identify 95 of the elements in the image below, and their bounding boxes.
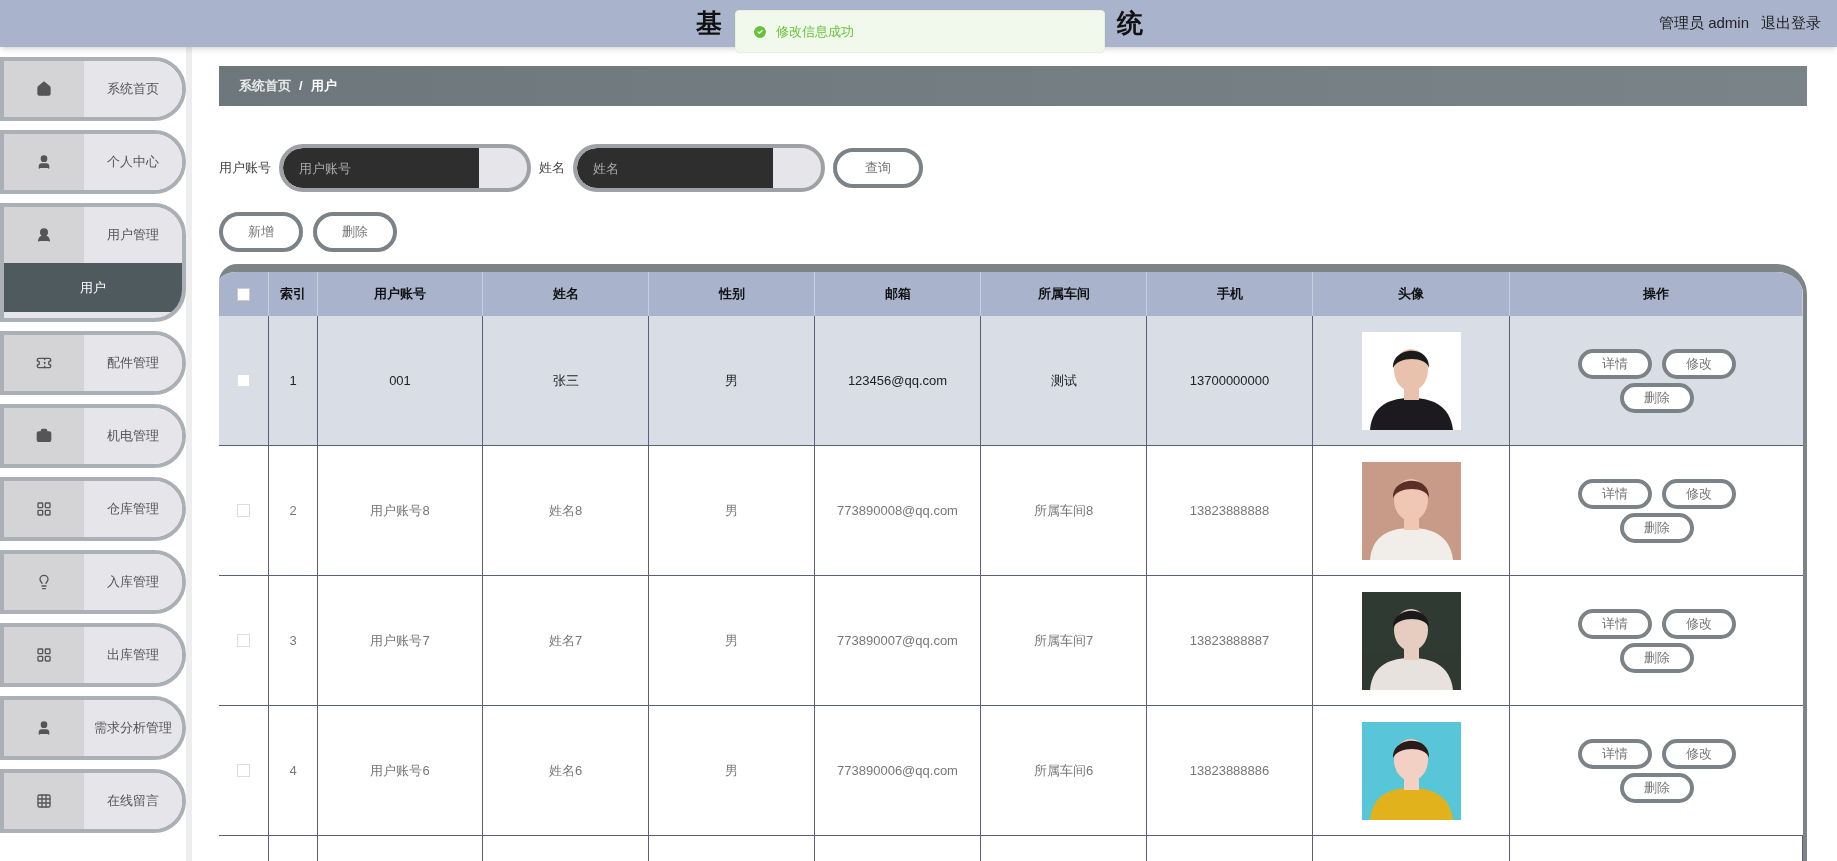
row-button[interactable]: 删除 <box>1619 772 1694 803</box>
table-cell: 773890006@qq.com <box>815 706 981 835</box>
sidebar-label: 配件管理 <box>84 335 182 391</box>
row-button[interactable]: 修改 <box>1661 348 1736 379</box>
table-cell: 男 <box>649 316 815 445</box>
table-cell: 测试 <box>981 316 1147 445</box>
row-button[interactable]: 修改 <box>1661 738 1736 769</box>
sidebar-label: 系统首页 <box>84 61 182 117</box>
admin-label: 管理员 admin <box>1658 13 1749 34</box>
table-cell: 用户账号7 <box>318 576 483 705</box>
grid-icon <box>36 501 52 517</box>
success-icon <box>752 23 768 40</box>
sidebar-item[interactable]: 需求分析管理 <box>0 696 186 760</box>
table-cell: 男 <box>649 446 815 575</box>
sidebar-item[interactable]: 入库管理 <box>0 550 186 614</box>
table-cell: 4 <box>269 706 318 835</box>
sidebar-label: 机电管理 <box>84 408 182 464</box>
search-field[interactable]: 姓名 <box>573 144 825 192</box>
sidebar-item[interactable]: 在线留言 <box>0 769 186 833</box>
table-cell: 用户账号6 <box>318 706 483 835</box>
sidebar-item[interactable]: 配件管理 <box>0 331 186 395</box>
table-row[interactable]: 1 001 张三 男 123456@qq.com 测试 13700000000 详情 修改 删除 <box>219 316 1803 446</box>
table-cell: 男 <box>649 576 815 705</box>
table-row[interactable]: 4 用户账号6 姓名6 男 773890006@qq.com 所属车间6 13823888886 详情 修改 删除 <box>219 706 1803 836</box>
table-cell: 姓名6 <box>483 706 649 835</box>
table-cell: 所属车间8 <box>981 446 1147 575</box>
user-icon <box>36 154 52 170</box>
row-button[interactable]: 删除 <box>1619 382 1694 413</box>
checkbox[interactable] <box>237 374 250 387</box>
row-button[interactable]: 详情 <box>1577 348 1652 379</box>
table-cell: 13823888887 <box>1147 576 1313 705</box>
table-cell: 姓名8 <box>483 446 649 575</box>
table-cell: 773890007@qq.com <box>815 576 981 705</box>
row-button[interactable]: 详情 <box>1577 738 1652 769</box>
field-label: 姓名 <box>539 159 565 178</box>
breadcrumb-item: 用户 <box>310 77 337 96</box>
sidebar-label: 需求分析管理 <box>84 700 182 756</box>
row-button[interactable]: 详情 <box>1577 608 1652 639</box>
table-cell: 773890008@qq.com <box>815 446 981 575</box>
row-button[interactable]: 修改 <box>1661 608 1736 639</box>
breadcrumb-item[interactable]: 系统首页 <box>239 76 291 96</box>
user-icon <box>36 227 52 243</box>
row-button[interactable]: 详情 <box>1577 478 1652 509</box>
checkbox[interactable] <box>237 504 250 517</box>
table-cell: 3 <box>269 576 318 705</box>
row-button[interactable]: 删除 <box>1619 512 1694 543</box>
checkbox[interactable] <box>237 764 250 777</box>
table-cell: 1 <box>269 316 318 445</box>
sidebar-item[interactable]: 机电管理 <box>0 404 186 468</box>
sidebar-label: 入库管理 <box>84 554 182 610</box>
row-button[interactable]: 删除 <box>1619 642 1694 673</box>
checkbox[interactable] <box>237 287 250 301</box>
user-icon <box>36 720 52 736</box>
table-row[interactable]: 2 用户账号8 姓名8 男 773890008@qq.com 所属车间8 13823888888 详情 修改 删除 <box>219 446 1803 576</box>
table-cell: 姓名7 <box>483 576 649 705</box>
table-cell: 张三 <box>483 316 649 445</box>
checkbox[interactable] <box>237 634 250 647</box>
sidebar-item[interactable]: 仓库管理 <box>0 477 186 541</box>
table-row[interactable]: 3 用户账号7 姓名7 男 773890007@qq.com 所属车间7 13823888887 详情 修改 删除 <box>219 576 1803 706</box>
table-cell: 001 <box>318 316 483 445</box>
ticket-icon <box>36 355 52 371</box>
row-button[interactable]: 修改 <box>1661 478 1736 509</box>
grid-icon <box>36 647 52 663</box>
lightbulb-icon <box>36 574 52 590</box>
home-icon <box>36 81 52 97</box>
table-cell: 用户账号8 <box>318 446 483 575</box>
grid-icon <box>36 793 52 809</box>
field-label: 用户账号 <box>219 159 271 178</box>
table-cell: 13823888886 <box>1147 706 1313 835</box>
query-button[interactable]: 查询 <box>833 148 923 188</box>
sidebar-item[interactable]: 个人中心 <box>0 130 186 194</box>
table-cell: 123456@qq.com <box>815 316 981 445</box>
table-cell: 2 <box>269 446 318 575</box>
title-fragment: 统 <box>1117 7 1143 40</box>
sidebar-item[interactable]: 系统首页 <box>0 57 186 121</box>
logout-link[interactable]: 退出登录 <box>1761 12 1821 35</box>
breadcrumb-item: / <box>299 77 303 96</box>
table-cell: 所属车间7 <box>981 576 1147 705</box>
table-cell: 所属车间6 <box>981 706 1147 835</box>
submenu-item[interactable]: 用户 <box>4 263 182 312</box>
sidebar-label: 出库管理 <box>84 627 182 683</box>
table-cell: 男 <box>649 706 815 835</box>
title-fragment: 基 <box>696 7 722 40</box>
action-button[interactable]: 新增 <box>219 212 303 252</box>
sidebar-label: 在线留言 <box>84 773 182 829</box>
table-cell: 13823888888 <box>1147 446 1313 575</box>
sidebar-item[interactable]: 出库管理 <box>0 623 186 687</box>
sidebar-label: 个人中心 <box>84 134 182 190</box>
sidebar-label: 仓库管理 <box>84 481 182 537</box>
sidebar-item[interactable]: 用户管理 <box>4 207 182 263</box>
briefcase-icon <box>36 428 52 444</box>
table-cell: 13700000000 <box>1147 316 1313 445</box>
action-button[interactable]: 删除 <box>313 212 397 252</box>
toast-message: 修改信息成功 <box>776 22 854 41</box>
search-field[interactable]: 用户账号 <box>279 144 531 192</box>
